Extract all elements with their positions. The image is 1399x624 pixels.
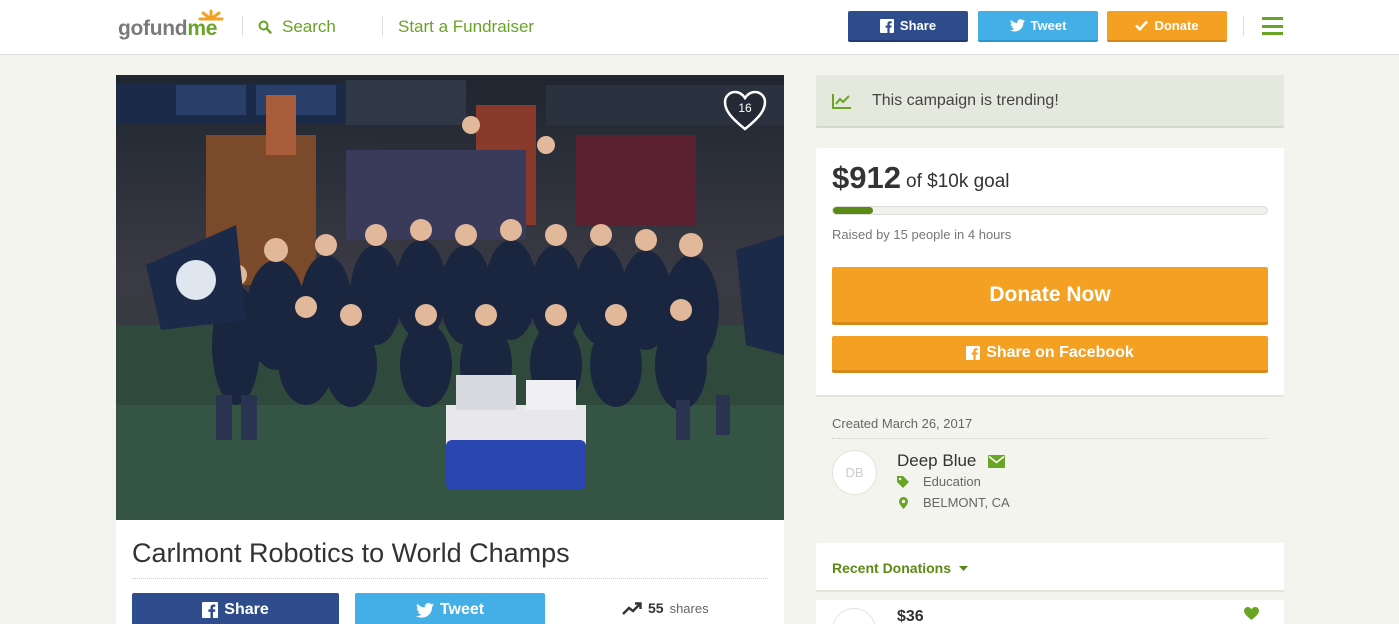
share-label: Share (224, 601, 269, 618)
header-divider (1243, 16, 1244, 36)
header-donate-label: Donate (1154, 18, 1199, 33)
search-link[interactable]: Search (258, 17, 336, 37)
header-share-label: Share (899, 18, 937, 33)
avatar: DB (832, 450, 877, 495)
header-divider (382, 16, 383, 36)
organizer: Deep Blue (897, 451, 1006, 471)
created-date: Created March 26, 2017 (832, 416, 973, 431)
trending-banner: This campaign is trending! (816, 75, 1284, 128)
heart-icon[interactable] (1244, 607, 1259, 620)
start-fundraiser-link[interactable]: Start a Fundraiser (398, 17, 534, 37)
shares-label: shares (669, 600, 709, 616)
header-tweet-button[interactable]: Tweet (978, 11, 1098, 42)
donate-now-button[interactable]: Donate Now (832, 267, 1268, 325)
envelope-icon[interactable] (988, 454, 1006, 468)
campaign-title-card: Carlmont Robotics to World Champs Share … (116, 520, 784, 624)
header-tweet-label: Tweet (1030, 18, 1067, 33)
search-label: Search (282, 17, 336, 36)
donation-amount: $36 (897, 608, 924, 624)
amount-raised: $912 (832, 160, 901, 195)
trending-text: This campaign is trending! (872, 91, 1059, 109)
donation-item: $36 (816, 600, 1284, 624)
menu-icon[interactable] (1262, 17, 1283, 35)
raised-by-text: Raised by 15 people in 4 hours (832, 227, 1012, 242)
logo-text: gofundme (118, 17, 218, 40)
tag-icon (897, 475, 909, 488)
progress-bar (832, 206, 1268, 215)
facebook-icon (966, 346, 981, 360)
heart-count: 16 (738, 101, 752, 115)
donor-avatar (832, 608, 876, 624)
header-share-button[interactable]: Share (848, 11, 968, 42)
recent-donations-header[interactable]: Recent Donations (816, 543, 1284, 592)
share-on-facebook-label: Share on Facebook (986, 344, 1134, 361)
shares-number: 55 (648, 600, 664, 616)
goal-amount: of $10k goal (906, 171, 1010, 192)
tweet-button[interactable]: Tweet (355, 593, 545, 624)
organizer-category: Education (897, 474, 981, 489)
created-divider (832, 438, 1268, 439)
map-marker-icon (898, 496, 908, 509)
header-divider (242, 16, 243, 36)
share-button[interactable]: Share (132, 593, 339, 624)
trending-icon (832, 93, 851, 109)
check-icon (1135, 20, 1149, 31)
search-icon (258, 20, 272, 34)
tweet-label: Tweet (439, 601, 485, 618)
organizer-name[interactable]: Deep Blue (897, 451, 976, 471)
facebook-icon (202, 602, 219, 618)
twitter-icon (1009, 19, 1025, 32)
share-on-facebook-button[interactable]: Share on Facebook (832, 336, 1268, 373)
trending-up-icon (622, 601, 642, 615)
campaign-photo (116, 75, 784, 520)
title-divider (132, 578, 768, 579)
progress-fill (833, 207, 873, 214)
caret-down-icon (959, 565, 969, 571)
page-title: Carlmont Robotics to World Champs (132, 538, 570, 568)
site-header: gofundme Search Start a Fundraiser Share… (0, 0, 1399, 55)
gofundme-logo[interactable]: gofundme (118, 9, 228, 43)
recent-donations-label: Recent Donations (832, 560, 952, 576)
location-label: BELMONT, CA (923, 495, 1010, 510)
category-label[interactable]: Education (923, 474, 981, 489)
twitter-icon (415, 602, 434, 618)
organizer-location: BELMONT, CA (897, 495, 1010, 510)
donation-card: $912 of $10k goal Raised by 15 people in… (816, 148, 1284, 397)
recent-donations-dropdown[interactable]: Recent Donations (832, 560, 969, 576)
shares-count: 55 shares (622, 600, 709, 616)
header-donate-button[interactable]: Donate (1107, 11, 1227, 42)
facebook-icon (879, 18, 894, 33)
